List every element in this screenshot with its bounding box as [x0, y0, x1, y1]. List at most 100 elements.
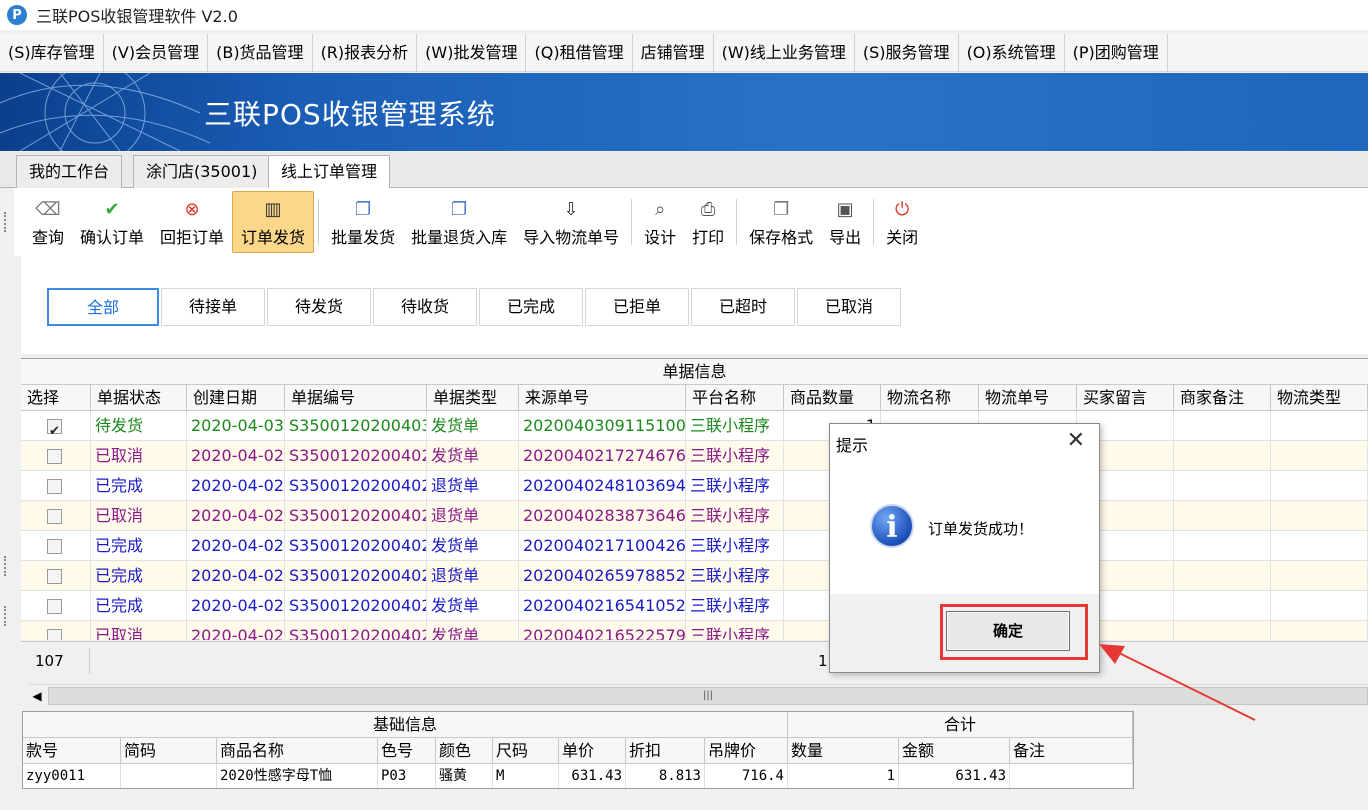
filter-pending-accept[interactable]: 待接单	[161, 288, 265, 326]
filter-rejected[interactable]: 已拒单	[585, 288, 689, 326]
menu-item[interactable]: (O)系统管理	[959, 33, 1065, 72]
column-header[interactable]: 商家备注	[1174, 385, 1271, 411]
cell-status: 已完成	[91, 591, 187, 621]
column-header[interactable]: 平台名称	[686, 385, 784, 411]
detail-column-header[interactable]: 单价	[559, 738, 626, 764]
row-checkbox[interactable]	[47, 599, 62, 614]
row-checkbox[interactable]	[47, 449, 62, 464]
column-header[interactable]: 物流名称	[881, 385, 979, 411]
detail-column-header[interactable]: 简码	[121, 738, 217, 764]
table-row[interactable]: 已完成 2020-04-02 S35001202004020 退货单 202004024…	[21, 471, 1368, 501]
detail-column-header[interactable]: 尺码	[493, 738, 559, 764]
column-header[interactable]: 单据状态	[91, 385, 187, 411]
row-checkbox[interactable]	[47, 629, 62, 640]
column-header[interactable]: 商品数量	[784, 385, 881, 411]
filter-pending-receive[interactable]: 待收货	[373, 288, 477, 326]
query-button[interactable]: ⌫ 查询	[24, 191, 72, 253]
menu-item[interactable]: (S)库存管理	[0, 33, 104, 72]
empty-cell	[1271, 411, 1368, 441]
cell-source: 20200402838736465	[519, 501, 686, 531]
filter-completed[interactable]: 已完成	[479, 288, 583, 326]
row-checkbox[interactable]	[47, 509, 62, 524]
column-header[interactable]: 创建日期	[187, 385, 285, 411]
cell-platform: 三联小程序	[686, 561, 784, 591]
menu-item[interactable]: (V)会员管理	[104, 33, 209, 72]
export-button[interactable]: ▣ 导出	[821, 191, 869, 253]
save-format-button[interactable]: ❐ 保存格式	[741, 191, 821, 253]
select-cell	[21, 561, 91, 591]
filter-pending-ship[interactable]: 待发货	[267, 288, 371, 326]
menu-item[interactable]: (B)货品管理	[208, 33, 313, 72]
select-cell	[21, 441, 91, 471]
row-checkbox[interactable]	[47, 479, 62, 494]
detail-column-header[interactable]: 备注	[1010, 738, 1133, 764]
reject-order-button[interactable]: ⊗ 回拒订单	[152, 191, 232, 253]
menu-item[interactable]: (R)报表分析	[313, 33, 418, 72]
column-header[interactable]: 来源单号	[519, 385, 686, 411]
floppy-icon: ▣	[836, 198, 854, 220]
splitter-grip[interactable]	[4, 606, 7, 626]
menu-item[interactable]: (S)服务管理	[855, 33, 959, 72]
scroll-left-icon[interactable]: ◀	[28, 687, 46, 705]
menu-item[interactable]: 店铺管理	[633, 33, 714, 72]
toolbar-grip[interactable]	[4, 212, 7, 232]
tab-online-orders[interactable]: 线上订单管理	[268, 155, 391, 189]
table-row[interactable]: 已完成 2020-04-02 S35001202004020 发货单 202004021…	[21, 591, 1368, 621]
detail-cell: 716.4	[705, 764, 788, 788]
empty-cell	[1174, 501, 1271, 531]
filter-timeout[interactable]: 已超时	[691, 288, 795, 326]
cell-platform: 三联小程序	[686, 531, 784, 561]
menu-item[interactable]: (Q)租借管理	[526, 33, 633, 72]
table-row[interactable]: 待发货2020-04-03S35001202004030发货单202004030…	[21, 411, 1368, 441]
column-header[interactable]: 单据类型	[427, 385, 519, 411]
detail-column-header[interactable]: 款号	[23, 738, 121, 764]
column-header[interactable]: 单据编号	[285, 385, 427, 411]
barcode-icon: ▥	[264, 198, 282, 220]
confirm-order-button[interactable]: ✔ 确认订单	[72, 191, 152, 253]
batch-ship-button[interactable]: ❐ 批量发货	[323, 191, 403, 253]
table-row[interactable]: 已取消 2020-04-02 S35001202004020 发货单 202004021…	[21, 621, 1368, 640]
detail-column-header[interactable]: 颜色	[436, 738, 493, 764]
cell-date: 2020-04-02	[187, 471, 285, 501]
table-row[interactable]: 已取消 2020-04-02 S35001202004020 退货单 202004028…	[21, 501, 1368, 531]
print-button[interactable]: ⎙ 打印	[684, 191, 732, 253]
column-header[interactable]: 物流类型	[1271, 385, 1368, 411]
close-button[interactable]: ⏻ 关闭	[878, 191, 926, 253]
cell-status: 已完成	[91, 471, 187, 501]
column-header[interactable]: 物流单号	[979, 385, 1077, 411]
table-row[interactable]: 已取消 2020-04-02 S35001202004020 发货单 202004021…	[21, 441, 1368, 471]
filter-cancelled[interactable]: 已取消	[797, 288, 901, 326]
row-checkbox[interactable]	[47, 569, 62, 584]
detail-column-header[interactable]: 吊牌价	[705, 738, 788, 764]
row-checkbox[interactable]	[47, 417, 62, 441]
info-icon: i	[870, 504, 914, 548]
import-logistics-button[interactable]: ⇩ 导入物流单号	[515, 191, 627, 253]
row-checkbox[interactable]	[47, 539, 62, 554]
tab-workbench[interactable]: 我的工作台	[16, 155, 123, 188]
column-header[interactable]: 买家留言	[1077, 385, 1174, 411]
cell-source: 20200402165225795	[519, 621, 686, 640]
detail-column-header[interactable]: 商品名称	[217, 738, 378, 764]
empty-cell	[1174, 411, 1271, 441]
filter-all[interactable]: 全部	[47, 288, 159, 326]
tab-store[interactable]: 涂门店(35001)	[133, 155, 271, 188]
detail-column-header[interactable]: 数量	[788, 738, 899, 764]
cell-no: S35001202004030	[285, 411, 427, 441]
batch-return-button[interactable]: ❐ 批量退货入库	[403, 191, 515, 253]
cell-no: S35001202004020	[285, 561, 427, 591]
splitter-grip[interactable]	[4, 556, 7, 576]
column-header[interactable]: 选择	[21, 385, 91, 411]
detail-column-header[interactable]: 金额	[899, 738, 1010, 764]
table-row[interactable]: 已完成 2020-04-02 S35001202004020 发货单 202004021…	[21, 531, 1368, 561]
menu-item[interactable]: (P)团购管理	[1065, 33, 1168, 72]
table-row[interactable]: 已完成 2020-04-02 S35001202004020 退货单 202004026…	[21, 561, 1368, 591]
close-icon[interactable]: ✕	[1067, 428, 1085, 453]
menu-item[interactable]: (W)批发管理	[417, 33, 527, 72]
detail-column-header[interactable]: 色号	[378, 738, 436, 764]
detail-cell: M	[493, 764, 559, 788]
empty-cell	[1174, 591, 1271, 621]
detail-column-header[interactable]: 折扣	[626, 738, 705, 764]
design-button[interactable]: ⌕ 设计	[636, 191, 684, 253]
ship-order-button[interactable]: ▥ 订单发货	[232, 191, 315, 253]
menu-item[interactable]: (W)线上业务管理	[714, 33, 855, 72]
